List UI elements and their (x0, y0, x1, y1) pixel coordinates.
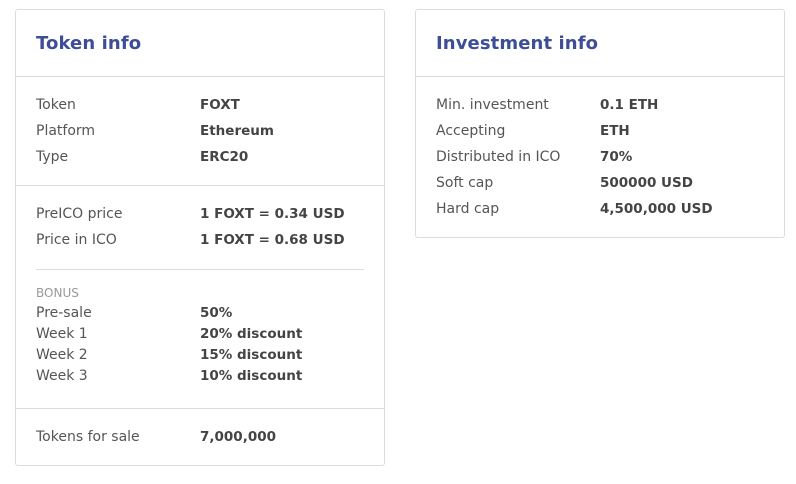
bonus-week1-value: 20% discount (200, 325, 303, 342)
token-label: Token (36, 97, 76, 113)
accepting-label: Accepting (436, 123, 506, 139)
investment-info-card: Investment info Min. investment 0.1 ETH … (415, 9, 785, 238)
token-value: FOXT (200, 97, 240, 113)
bonus-week2-row: Week 2 15% discount (36, 344, 364, 365)
bonus-week2-value: 15% discount (200, 346, 303, 363)
bonus-week3-row: Week 3 10% discount (36, 365, 364, 386)
tokens-for-sale-row: Tokens for sale 7,000,000 (36, 424, 364, 450)
distributed-value: 70% (600, 149, 633, 165)
soft-cap-label: Soft cap (436, 175, 494, 191)
ico-price-value: 1 FOXT = 0.68 USD (200, 232, 345, 248)
bonus-week2-label: Week 2 (36, 346, 88, 363)
bonus-week3-label: Week 3 (36, 367, 88, 384)
min-investment-row: Min. investment 0.1 ETH (436, 92, 764, 118)
tokens-for-sale-section: Tokens for sale 7,000,000 (16, 409, 384, 450)
hard-cap-value: 4,500,000 USD (600, 201, 713, 217)
preico-price-row: PreICO price 1 FOXT = 0.34 USD (36, 201, 364, 227)
token-basic-section: Token FOXT Platform Ethereum Type ERC20 (16, 77, 384, 186)
type-value: ERC20 (200, 149, 249, 165)
bonus-presale-row: Pre-sale 50% (36, 302, 364, 323)
token-info-card: Token info Token FOXT Platform Ethereum … (15, 9, 385, 466)
token-info-header: Token info (16, 10, 384, 77)
soft-cap-row: Soft cap 500000 USD (436, 170, 764, 196)
min-investment-label: Min. investment (436, 97, 549, 113)
preico-price-value: 1 FOXT = 0.34 USD (200, 206, 345, 222)
distributed-label: Distributed in ICO (436, 149, 561, 165)
ico-price-label: Price in ICO (36, 232, 117, 248)
preico-price-label: PreICO price (36, 206, 123, 222)
hard-cap-label: Hard cap (436, 201, 500, 217)
hard-cap-row: Hard cap 4,500,000 USD (436, 196, 764, 222)
bonus-presale-label: Pre-sale (36, 304, 92, 321)
soft-cap-value: 500000 USD (600, 175, 693, 191)
type-label: Type (36, 149, 69, 165)
token-price-section: PreICO price 1 FOXT = 0.34 USD Price in … (16, 186, 384, 409)
accepting-value: ETH (600, 123, 630, 139)
platform-value: Ethereum (200, 123, 274, 139)
bonus-heading: BONUS (36, 286, 79, 300)
investment-info-title: Investment info (436, 32, 599, 54)
price-bonus-divider (36, 269, 364, 270)
accepting-row: Accepting ETH (436, 118, 764, 144)
token-info-title: Token info (36, 32, 142, 54)
token-row: Token FOXT (36, 92, 364, 118)
type-row: Type ERC20 (36, 144, 364, 170)
tokens-for-sale-value: 7,000,000 (200, 429, 277, 445)
distributed-row: Distributed in ICO 70% (436, 144, 764, 170)
bonus-week1-row: Week 1 20% discount (36, 323, 364, 344)
ico-price-row: Price in ICO 1 FOXT = 0.68 USD (36, 227, 364, 253)
investment-rows-section: Min. investment 0.1 ETH Accepting ETH Di… (416, 77, 784, 222)
bonus-week1-label: Week 1 (36, 325, 88, 342)
investment-info-header: Investment info (416, 10, 784, 77)
tokens-for-sale-label: Tokens for sale (36, 429, 140, 445)
platform-row: Platform Ethereum (36, 118, 364, 144)
bonus-week3-value: 10% discount (200, 367, 303, 384)
platform-label: Platform (36, 123, 96, 139)
min-investment-value: 0.1 ETH (600, 97, 659, 113)
bonus-presale-value: 50% (200, 304, 233, 321)
